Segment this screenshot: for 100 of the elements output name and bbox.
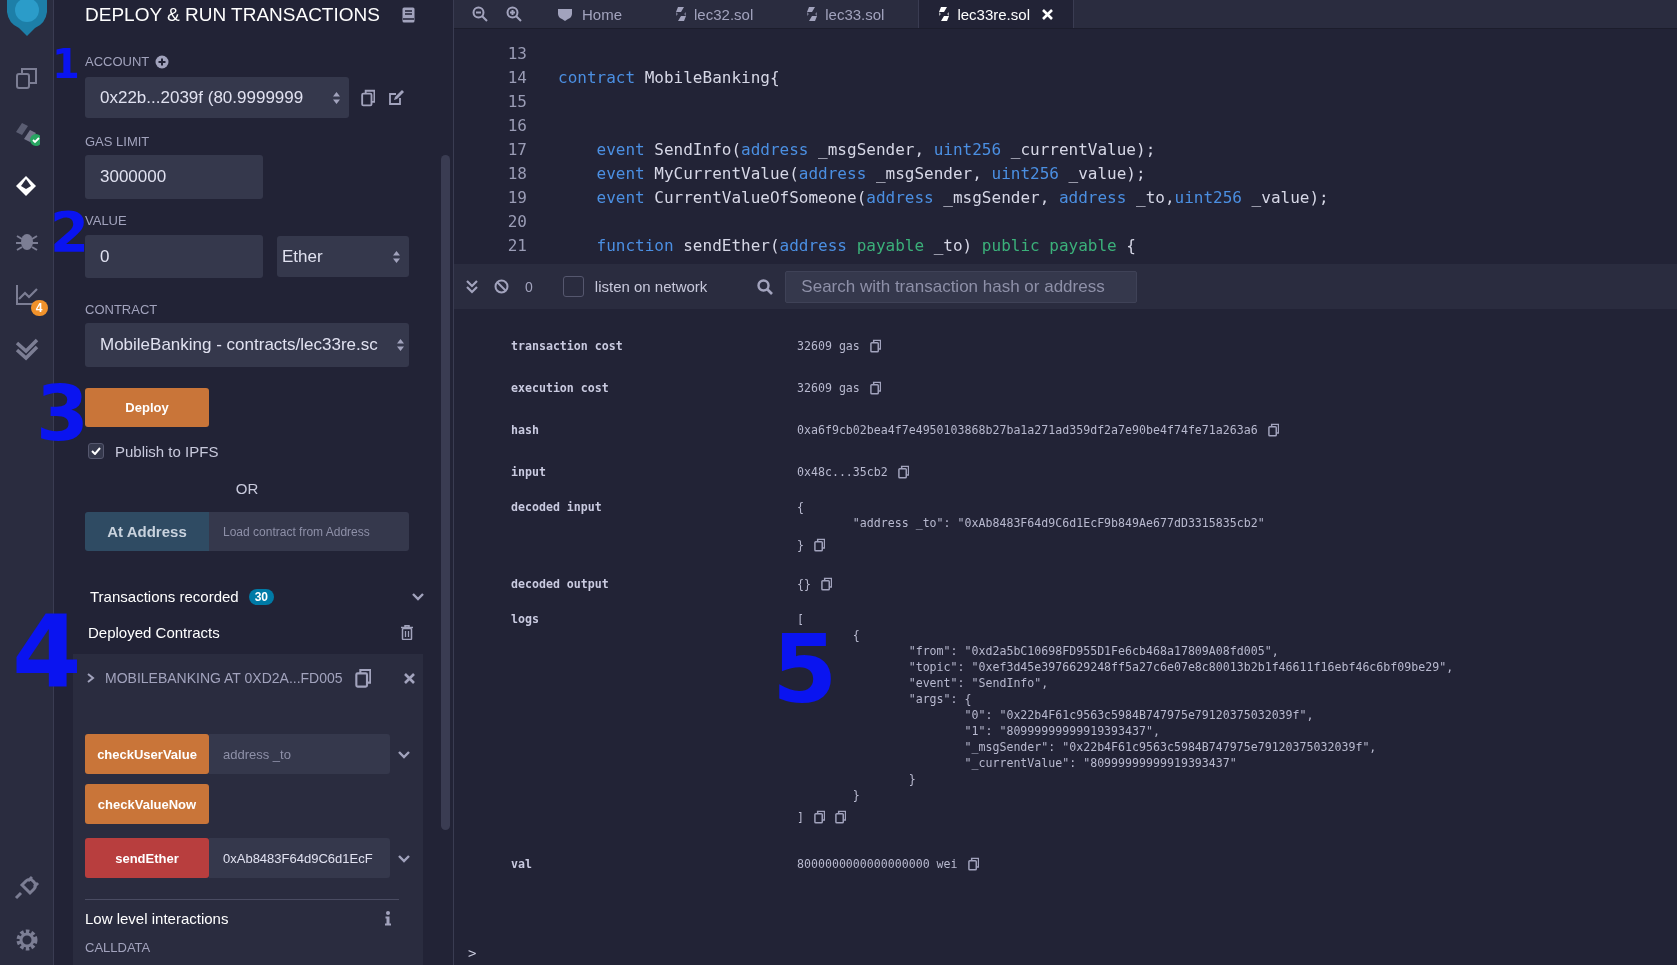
- log-value: "topic": "0xef3d45e3976629248ff5a27c6e07e8c80013b2b1f46611f16ebf46c6bf09be29",: [907, 659, 1454, 675]
- copy-icon[interactable]: [869, 339, 881, 353]
- contract-select[interactable]: MobileBanking - contracts/lec33re.sc: [85, 323, 409, 367]
- code-line: event SendInfo(address _msgSender, uint256 _currentValue);: [595, 139, 1156, 159]
- copy-icon[interactable]: [814, 538, 825, 552]
- solidity-file-icon: [676, 7, 686, 21]
- function-button[interactable]: checkUserValue: [85, 734, 209, 774]
- log-key: decoded output: [511, 576, 797, 592]
- section-title: Deployed Contracts: [88, 624, 220, 641]
- editor-tab[interactable]: lec33re.sol: [918, 0, 1074, 28]
- value-field[interactable]: 0: [85, 235, 263, 278]
- log-key: transaction cost: [511, 338, 797, 354]
- log-key: decoded input: [511, 499, 797, 553]
- line-number: 14: [506, 67, 527, 87]
- log-value: }: [797, 537, 804, 553]
- panel-title: DEPLOY & RUN TRANSACTIONS: [85, 4, 380, 26]
- account-select[interactable]: 0x22b...2039f (80.9999999: [85, 77, 349, 118]
- function-button[interactable]: checkValueNow: [85, 784, 209, 824]
- log-key: execution cost: [511, 380, 797, 396]
- copy-icon[interactable]: [820, 577, 832, 591]
- section-title: Low level interactions: [85, 910, 229, 927]
- zoom-out-icon[interactable]: [472, 6, 488, 22]
- log-value: {}: [797, 576, 811, 592]
- argument-field[interactable]: 0xAb8483F64d9C6d1EcF: [209, 838, 390, 878]
- log-value: "1": "80999999999919393437",: [963, 723, 1160, 739]
- log-value: 0x48c...35cb2: [797, 464, 888, 480]
- code-line: event CurrentValueOfSomeone(address _msgSender, address _to,uint256 _value);: [595, 187, 1329, 207]
- home-logo-icon: [556, 7, 574, 21]
- double-check-icon[interactable]: [13, 336, 40, 362]
- trash-icon[interactable]: [401, 625, 413, 640]
- log-value: 8000000000000000000 wei: [797, 856, 958, 872]
- log-key: hash: [511, 422, 797, 438]
- select-arrows-icon: [396, 338, 405, 352]
- search-icon[interactable]: [757, 278, 774, 295]
- compiler-icon[interactable]: [13, 120, 40, 146]
- double-chevron-down-icon[interactable]: [466, 279, 478, 294]
- unit-select[interactable]: Ether: [277, 236, 409, 277]
- select-arrows-icon: [332, 90, 341, 105]
- log-value: 32609 gas: [797, 380, 860, 396]
- line-number: 18: [506, 163, 527, 183]
- line-number: 20: [506, 211, 527, 231]
- copy-icon[interactable]: [361, 88, 375, 107]
- log-value: [: [797, 611, 804, 627]
- check-icon: [91, 447, 101, 455]
- book-icon[interactable]: [401, 7, 415, 23]
- gas-limit-field[interactable]: 3000000: [85, 155, 263, 199]
- field-label: CONTRACT: [85, 302, 158, 318]
- argument-field[interactable]: address _to: [209, 734, 390, 774]
- annotation-number: 4: [12, 612, 82, 692]
- deploy-button[interactable]: Deploy: [85, 388, 209, 427]
- files-icon[interactable]: [13, 66, 40, 92]
- checkbox[interactable]: [562, 276, 584, 297]
- copy-icon[interactable]: [869, 381, 881, 395]
- log-value: {: [851, 627, 860, 643]
- line-number: 21: [506, 235, 527, 255]
- function-button[interactable]: sendEther: [85, 838, 209, 878]
- at-address-button[interactable]: At Address: [85, 512, 209, 551]
- editor-tab[interactable]: lec32.sol: [656, 0, 774, 28]
- log-value: }: [907, 771, 916, 787]
- solidity-file-icon: [939, 7, 950, 21]
- log-value: ]: [797, 809, 804, 825]
- editor-tab[interactable]: lec33.sol: [787, 0, 905, 28]
- solidity-file-icon: [807, 7, 818, 21]
- log-value: }: [851, 787, 860, 803]
- copy-icon[interactable]: [835, 810, 846, 824]
- copy-icon[interactable]: [967, 857, 979, 871]
- line-number: 17: [506, 139, 527, 159]
- info-icon[interactable]: [385, 911, 391, 926]
- terminal-prompt: >: [468, 945, 477, 961]
- field-label: ACCOUNT: [85, 54, 150, 70]
- log-value: "address _to": "0xAb8483F64d9C6d1EcF9b849Ae677dD3315835cb2": [851, 515, 1265, 531]
- log-value: 0xa6f9cb02bea4f7e4950103868b27ba1a271ad359df2a7e90be4f74fe71a263a6: [797, 422, 1258, 438]
- copy-icon[interactable]: [814, 810, 825, 824]
- clear-icon[interactable]: [494, 279, 509, 294]
- line-number: 13: [506, 43, 527, 63]
- chevron-down-icon[interactable]: [411, 592, 425, 601]
- copy-icon[interactable]: [897, 465, 909, 479]
- search-field[interactable]: Search with transaction hash or address: [785, 270, 1138, 303]
- zoom-in-icon[interactable]: [506, 6, 522, 22]
- chevron-down-icon[interactable]: [397, 749, 411, 759]
- editor-tab[interactable]: Home: [536, 0, 642, 28]
- caret-icon[interactable]: [87, 673, 95, 683]
- line-number: 15: [506, 91, 527, 111]
- plus-circle-icon[interactable]: [155, 55, 170, 69]
- checkbox[interactable]: [88, 443, 104, 459]
- instance-title[interactable]: MOBILEBANKING AT 0XD2A...FD005: [105, 670, 343, 686]
- copy-icon[interactable]: [1267, 423, 1279, 437]
- log-value: "from": "0xd2a5bC10698FD955D1Fe6cb468a17809A08fd005",: [907, 643, 1279, 659]
- line-number: 16: [506, 115, 527, 135]
- pending-count: 0: [525, 278, 533, 295]
- log-value: "args": {: [907, 691, 972, 707]
- log-value: "event": "SendInfo",: [907, 675, 1049, 691]
- chevron-down-icon[interactable]: [397, 853, 411, 863]
- checkbox-label: Publish to IPFS: [115, 442, 219, 460]
- copy-icon[interactable]: [354, 668, 371, 688]
- address-field[interactable]: Load contract from Address: [209, 512, 409, 551]
- annotation-number: 1: [52, 48, 80, 80]
- code-line: event MyCurrentValue(address _msgSender, uint256 _value);: [595, 163, 1146, 183]
- scrollbar[interactable]: [441, 155, 450, 830]
- edit-icon[interactable]: [388, 89, 404, 106]
